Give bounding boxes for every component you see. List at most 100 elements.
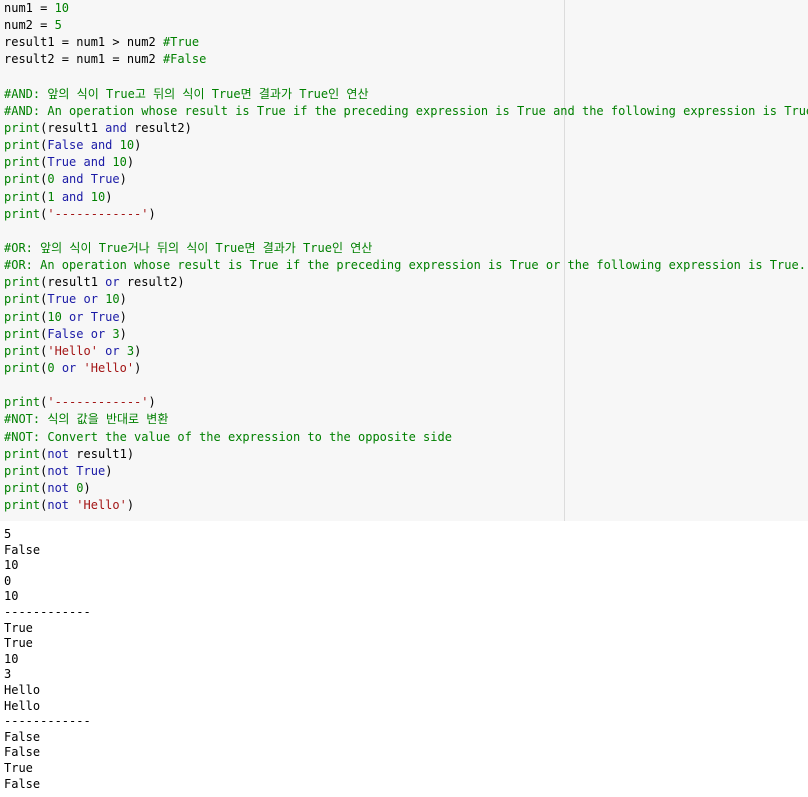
code-token-comment: #NOT: Convert the value of the expressio… [4, 429, 452, 444]
code-token-string: '------------' [47, 206, 149, 221]
code-token-plain: (result1 [40, 275, 106, 290]
code-token-plain: num1 = [4, 1, 55, 15]
code-token-builtin: print [4, 120, 41, 135]
code-line: print(not 'Hello') [4, 497, 808, 514]
code-line: #AND: An operation whose result is True … [4, 103, 808, 120]
code-line: print(True or 10) [4, 291, 808, 308]
code-token-keyword: or [83, 292, 98, 307]
code-token-number: 10 [90, 189, 106, 204]
code-token-keyword: or [69, 309, 84, 324]
code-token-plain: ) [148, 395, 156, 410]
code-line: print(1 and 10) [4, 189, 808, 206]
output-line: True [4, 620, 33, 635]
code-token-number: 3 [112, 326, 120, 341]
code-token-plain: ) [134, 360, 142, 375]
code-line: print(0 or 'Hello') [4, 360, 808, 377]
code-token-builtin: print [4, 309, 41, 324]
code-token-builtin: print [4, 480, 41, 495]
code-token-comment: #OR: An operation whose result is True i… [4, 258, 806, 273]
output-line: 10 [4, 558, 19, 573]
code-line: print(not True) [4, 463, 808, 480]
output-line: False [4, 542, 41, 557]
code-token-plain: num2 = [4, 18, 55, 33]
code-token-keyword: and [90, 138, 113, 153]
code-token-keyword: False [47, 138, 84, 153]
code-token-builtin: print [4, 155, 41, 170]
code-token-keyword: and [83, 155, 106, 170]
code-line: #AND: 앞의 식이 True고 뒤의 식이 True면 결과가 True인 … [4, 86, 808, 103]
code-token-plain: ) [119, 172, 127, 187]
code-token-keyword: not [47, 498, 70, 513]
output-line: False [4, 776, 41, 791]
code-token-plain: ) [105, 463, 113, 478]
code-token-comment: #True [162, 35, 200, 50]
code-token-string: 'Hello' [76, 498, 127, 513]
code-cell[interactable]: num1 = 10 num2 = 5 result1 = num1 > num2 #… [0, 0, 808, 521]
code-line: print(0 and True) [4, 171, 808, 188]
code-token-string: 'Hello' [83, 360, 135, 375]
code-token-keyword: True [47, 155, 77, 170]
output-area: 5 False 10 0 10 ------------ True True 10 3 Hello H… [0, 527, 808, 797]
code-token-number: 10 [119, 138, 135, 153]
code-token-plain: ) [119, 292, 127, 307]
code-token-keyword: or [105, 275, 120, 290]
code-token-keyword: or [90, 326, 106, 341]
output-line: False [4, 745, 41, 760]
code-token-plain: result1 = num1 > num2 [4, 35, 163, 50]
code-token-plain: result2) [119, 275, 185, 290]
code-token-builtin: print [4, 275, 41, 290]
code-token-number: 0 [76, 480, 84, 495]
code-line: num1 = 10 [4, 0, 808, 17]
code-token-number: 3 [126, 343, 135, 358]
code-token-comment: #OR: 앞의 식이 True거나 뒤의 식이 True면 결과가 True인 … [4, 240, 373, 255]
code-token-string: '------------' [47, 395, 149, 410]
code-token-keyword: True [76, 463, 106, 478]
code-token-comment: #AND: 앞의 식이 True고 뒤의 식이 True면 결과가 True인 … [4, 86, 369, 101]
code-token-builtin: print [4, 395, 41, 410]
output-line: Hello [4, 698, 41, 713]
code-line: #OR: An operation whose result is True i… [4, 257, 808, 274]
code-token-keyword: and [105, 120, 127, 135]
code-line: print(result1 and result2) [4, 120, 808, 137]
code-token-keyword: or [61, 360, 77, 375]
output-line: 3 [4, 667, 12, 682]
code-line: #NOT: 식의 값을 반대로 변환 [4, 411, 808, 428]
code-token-builtin: print [4, 138, 41, 153]
code-token-plain: ) [83, 480, 91, 495]
code-token-builtin: print [4, 360, 41, 375]
code-token-keyword: not [47, 446, 70, 461]
output-line: True [4, 636, 33, 651]
code-token-number: 0 [47, 360, 55, 375]
output-line: True [4, 760, 33, 775]
code-token-keyword: True [90, 172, 120, 187]
code-token-plain: result2 = num1 = num2 [4, 52, 163, 67]
code-token-keyword: and [61, 172, 84, 187]
code-line: #NOT: Convert the value of the expressio… [4, 429, 808, 446]
code-token-plain: ) [148, 206, 156, 221]
code-token-plain: result2) [126, 120, 192, 135]
code-editor[interactable]: num1 = 10 num2 = 5 result1 = num1 > num2 #… [4, 0, 808, 514]
code-line: print(result1 or result2) [4, 274, 808, 291]
code-token-plain: (result1 [40, 120, 106, 135]
output-line: ------------ [4, 604, 91, 619]
code-line: result2 = num1 = num2 #False [4, 51, 808, 68]
code-token-plain: ) [126, 155, 135, 170]
code-token-comment: #NOT: 식의 값을 반대로 변환 [4, 412, 169, 427]
code-token-builtin: print [4, 446, 41, 461]
code-line: result1 = num1 > num2 #True [4, 34, 808, 51]
code-token-builtin: print [4, 172, 41, 187]
code-line: #OR: 앞의 식이 True거나 뒤의 식이 True면 결과가 True인 … [4, 240, 808, 257]
